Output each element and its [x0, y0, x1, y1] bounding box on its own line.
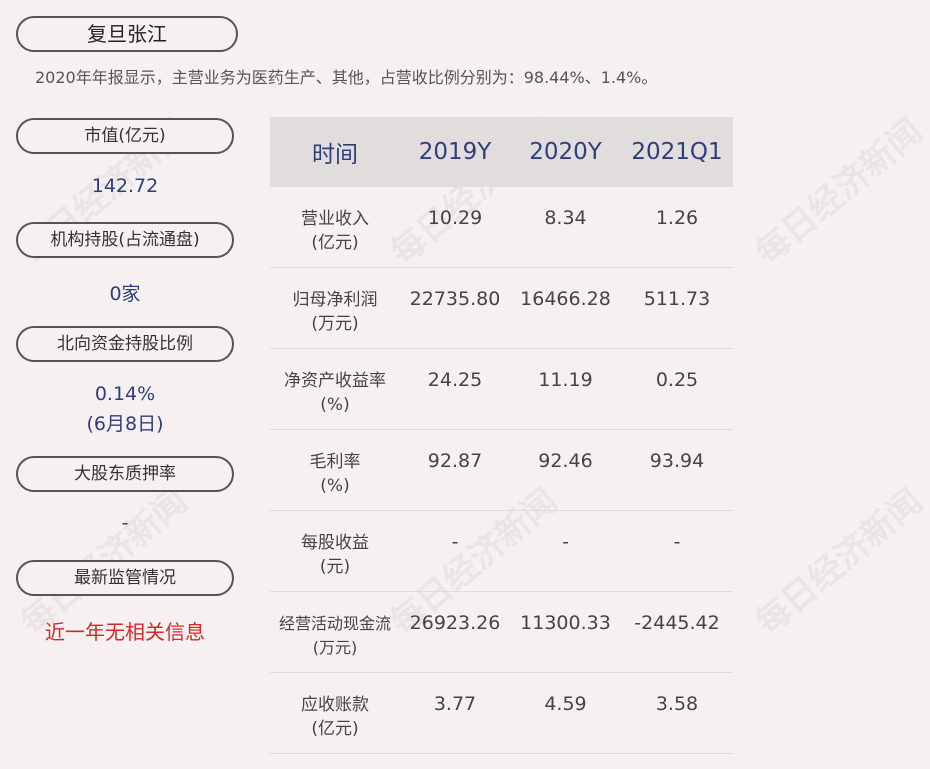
metric-unit: (元)	[319, 557, 351, 577]
metric-unit: (%)	[320, 395, 350, 415]
table-row: 经营活动现金流 (万元) 26923.26 11300.33 -2445.42	[270, 592, 733, 673]
table-row: 归母净利润 (万元) 22735.80 16466.28 511.73	[270, 268, 733, 349]
table-row: 应收账款 (亿元) 3.77 4.59 3.58	[270, 673, 733, 754]
cell-value: -	[562, 531, 569, 553]
cell-value: 3.77	[433, 693, 477, 715]
northbound-holding-label: 北向资金持股比例	[16, 326, 234, 362]
cell-value: 8.34	[544, 207, 587, 229]
pledge-ratio-label: 大股东质押率	[16, 456, 234, 492]
table-row: 毛利率 (%) 92.87 92.46 93.94	[270, 430, 733, 511]
cell-value: 11.19	[538, 369, 593, 391]
metric-unit: (亿元)	[311, 233, 359, 253]
cell-value: 511.73	[643, 288, 711, 310]
cell-value: -	[673, 531, 681, 553]
metric-unit: (%)	[320, 476, 350, 496]
table-header-row: 时间 2019Y 2020Y 2021Q1	[270, 117, 733, 187]
metric-unit: (万元)	[312, 638, 358, 657]
cell-value: -2445.42	[634, 612, 720, 634]
northbound-holding-value: 0.14%	[94, 383, 156, 405]
metric-name: 归母净利润	[292, 290, 378, 310]
header-2021q1: 2021Q1	[631, 139, 723, 165]
institution-holding-value: 0家	[109, 283, 141, 305]
financial-table: 时间 2019Y 2020Y 2021Q1 营业收入 (亿元) 10.29 8.3…	[270, 117, 733, 754]
market-cap-label: 市值(亿元)	[16, 118, 234, 154]
header-period: 时间	[312, 142, 358, 168]
header-2019y: 2019Y	[418, 139, 492, 165]
header-2020y: 2020Y	[529, 139, 602, 165]
metric-name: 每股收益	[301, 533, 369, 553]
cell-value: 11300.33	[520, 612, 611, 634]
table-row: 每股收益 (元) - - -	[270, 511, 733, 592]
metric-name: 净资产收益率	[284, 371, 386, 391]
metric-unit: (亿元)	[311, 719, 359, 739]
company-name-badge: 复旦张江	[16, 16, 238, 52]
metric-unit: (万元)	[311, 314, 359, 334]
row-label: 净资产收益率 (%)	[270, 349, 400, 429]
business-summary: 2020年年报显示，主营业务为医药生产、其他，占营收比例分别为：98.44%、1…	[35, 68, 658, 87]
institution-holding-label: 机构持股(占流通盘)	[16, 222, 234, 258]
market-cap-value: 142.72	[91, 175, 159, 197]
metric-name: 营业收入	[301, 209, 369, 229]
table-row: 净资产收益率 (%) 24.25 11.19 0.25	[270, 349, 733, 430]
regulation-value: 近一年无相关信息	[45, 620, 205, 644]
cell-value: 92.46	[538, 450, 593, 472]
cell-value: 16466.28	[520, 288, 611, 310]
northbound-holding-date: (6月8日)	[86, 413, 164, 435]
cell-value: 3.58	[655, 693, 699, 715]
row-label: 归母净利润 (万元)	[270, 268, 400, 348]
row-label: 每股收益 (元)	[270, 511, 400, 591]
cell-value: 22735.80	[409, 288, 501, 310]
row-label: 营业收入 (亿元)	[270, 187, 400, 267]
metric-name: 经营活动现金流	[278, 614, 391, 633]
table-row: 营业收入 (亿元) 10.29 8.34 1.26	[270, 187, 733, 268]
cell-value: 24.25	[427, 369, 483, 391]
metric-name: 应收账款	[301, 695, 369, 715]
row-label: 应收账款 (亿元)	[270, 673, 400, 753]
watermark: 每日经济新闻	[748, 481, 930, 644]
cell-value: 4.59	[544, 693, 587, 715]
pledge-ratio-value: -	[121, 512, 129, 534]
cell-value: -	[451, 531, 459, 553]
metric-name: 毛利率	[309, 452, 361, 472]
row-label: 毛利率 (%)	[270, 430, 400, 510]
cell-value: 0.25	[655, 369, 699, 391]
cell-value: 92.87	[427, 450, 483, 472]
cell-value: 10.29	[427, 207, 483, 229]
cell-value: 26923.26	[409, 612, 501, 634]
cell-value: 93.94	[649, 450, 705, 472]
row-label: 经营活动现金流 (万元)	[270, 592, 400, 672]
watermark: 每日经济新闻	[748, 111, 930, 274]
cell-value: 1.26	[655, 207, 699, 229]
regulation-label: 最新监管情况	[16, 560, 234, 596]
